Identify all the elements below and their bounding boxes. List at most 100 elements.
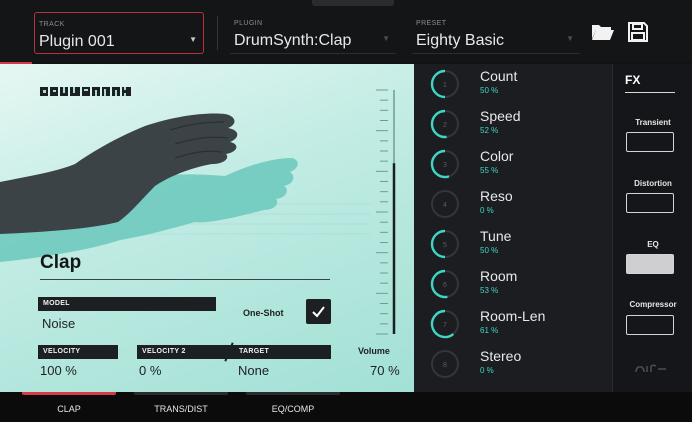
velocity2-value[interactable]: 0 %	[139, 363, 161, 378]
knob-dial[interactable]: 6	[430, 269, 460, 299]
tab-eq-comp-label: EQ/COMP	[271, 404, 315, 414]
knob-row-stereo[interactable]: 8 Stereo 0 %	[414, 344, 612, 384]
fx-title-underline	[625, 92, 675, 93]
caret-down-icon: ▼	[189, 35, 197, 44]
knob-percent: 52 %	[480, 126, 499, 135]
velocity-value[interactable]: 100 %	[40, 363, 77, 378]
knob-row-speed[interactable]: 2 Speed 52 %	[414, 104, 612, 144]
knob-row-room-len[interactable]: 7 Room-Len 61 %	[414, 304, 612, 344]
plugin-selector[interactable]: PLUGIN DrumSynth:Clap ▼	[230, 12, 396, 54]
volume-slider[interactable]	[370, 86, 400, 338]
air-logo	[635, 364, 666, 373]
check-icon	[312, 306, 325, 318]
knob-percent: 0 %	[480, 366, 494, 375]
preset-selector[interactable]: PRESET Eighty Basic ▼	[412, 12, 580, 54]
fx-toggle-transient[interactable]	[626, 132, 674, 152]
knob-row-count[interactable]: 1 Count 50 %	[414, 64, 612, 104]
track-selector[interactable]: TRACK Plugin 001 ▼	[34, 12, 204, 54]
track-value: Plugin 001	[39, 33, 115, 50]
fx-label-distortion: Distortion	[634, 179, 672, 188]
knob-row-room[interactable]: 6 Room 53 %	[414, 264, 612, 304]
drumsynth-logo	[40, 87, 131, 96]
knob-dial[interactable]: 7	[430, 309, 460, 339]
knob-row-color[interactable]: 3 Color 55 %	[414, 144, 612, 184]
plugin-label: PLUGIN	[234, 20, 263, 27]
knob-number: 3	[443, 162, 447, 169]
track-label: TRACK	[39, 21, 65, 28]
clap-illustration	[0, 113, 370, 262]
bottom-tab-bar: CLAP TRANS/DIST EQ/COMP	[0, 392, 692, 422]
one-shot-label: One-Shot	[243, 308, 284, 318]
knob-percent: 55 %	[480, 166, 499, 175]
knob-dial[interactable]: 1	[430, 69, 460, 99]
tab-clap[interactable]: CLAP	[22, 392, 116, 422]
caret-down-icon: ▼	[382, 34, 390, 43]
title-underline	[40, 279, 330, 280]
knob-name: Room	[480, 268, 518, 284]
preset-label: PRESET	[416, 20, 447, 27]
knob-percent: 53 %	[480, 286, 499, 295]
knob-number: 5	[443, 242, 447, 249]
fx-toggle-eq[interactable]	[626, 254, 674, 274]
knob-dial[interactable]: 5	[430, 229, 460, 259]
model-tag: MODEL	[38, 297, 216, 311]
target-tag: TARGET	[234, 345, 331, 359]
top-bar: TRACK Plugin 001 ▼ PLUGIN DrumSynth:Clap…	[0, 0, 692, 62]
model-value[interactable]: Noise	[42, 316, 75, 331]
knob-number: 8	[443, 362, 447, 369]
open-folder-button[interactable]	[591, 20, 615, 44]
one-shot-checkbox[interactable]	[306, 299, 331, 324]
knob-name: Speed	[480, 108, 521, 124]
target-value[interactable]: None	[238, 363, 269, 378]
parameter-knob-list: 1 Count 50 % 2 Speed 52 % 3 Color 55 % 4 Reso 0 % 5 T…	[414, 64, 612, 392]
save-icon	[628, 22, 648, 42]
fx-title: FX	[625, 73, 641, 87]
knob-row-tune[interactable]: 5 Tune 50 %	[414, 224, 612, 264]
knob-dial[interactable]: 3	[430, 149, 460, 179]
folder-icon	[592, 25, 614, 40]
tab-indicator	[22, 392, 116, 395]
preset-value: Eighty Basic	[416, 32, 505, 49]
volume-value[interactable]: 70 %	[370, 363, 400, 378]
knob-name: Color	[480, 148, 514, 164]
save-button[interactable]	[626, 20, 650, 44]
knob-name: Stereo	[480, 348, 522, 364]
knob-percent: 50 %	[480, 246, 499, 255]
knob-name: Room-Len	[480, 308, 546, 324]
tab-indicator	[134, 392, 228, 395]
knob-row-reso[interactable]: 4 Reso 0 %	[414, 184, 612, 224]
knob-number: 2	[443, 122, 447, 129]
fx-label-compressor: Compressor	[629, 300, 677, 309]
knob-number: 4	[443, 202, 447, 209]
knob-name: Reso	[480, 188, 513, 204]
fx-toggle-distortion[interactable]	[626, 193, 674, 213]
knob-number: 1	[443, 82, 447, 89]
knob-name: Tune	[480, 228, 512, 244]
velocity-tag: VELOCITY	[38, 345, 118, 359]
tab-trans-dist-label: TRANS/DIST	[154, 404, 208, 414]
fx-label-transient: Transient	[635, 118, 671, 127]
knob-dial[interactable]: 4	[430, 189, 460, 219]
fx-toggle-compressor[interactable]	[626, 315, 674, 335]
knob-percent: 50 %	[480, 86, 499, 95]
tab-indicator	[246, 392, 340, 395]
tab-eq-comp[interactable]: EQ/COMP	[246, 392, 340, 422]
tab-trans-dist[interactable]: TRANS/DIST	[134, 392, 228, 422]
knob-dial[interactable]: 8	[430, 349, 460, 379]
plugin-value: DrumSynth:Clap	[234, 32, 352, 49]
knob-number: 7	[443, 322, 447, 329]
volume-label: Volume	[358, 346, 390, 356]
instrument-title: Clap	[40, 252, 82, 273]
knob-name: Count	[480, 68, 518, 84]
knob-dial[interactable]: 2	[430, 109, 460, 139]
velocity2-tag: VELOCITY 2	[137, 345, 235, 359]
caret-down-icon: ▼	[566, 34, 574, 43]
fx-panel: FX Transient Distortion EQ Compressor	[612, 64, 692, 392]
instrument-panel: Clap MODEL Noise One-Shot VELOCITY VELOC…	[0, 64, 414, 392]
tab-clap-label: CLAP	[57, 404, 81, 414]
top-handle	[312, 0, 394, 6]
knob-percent: 61 %	[480, 326, 499, 335]
knob-number: 6	[443, 282, 447, 289]
fx-label-eq: EQ	[647, 240, 659, 249]
header-divider	[217, 16, 218, 50]
